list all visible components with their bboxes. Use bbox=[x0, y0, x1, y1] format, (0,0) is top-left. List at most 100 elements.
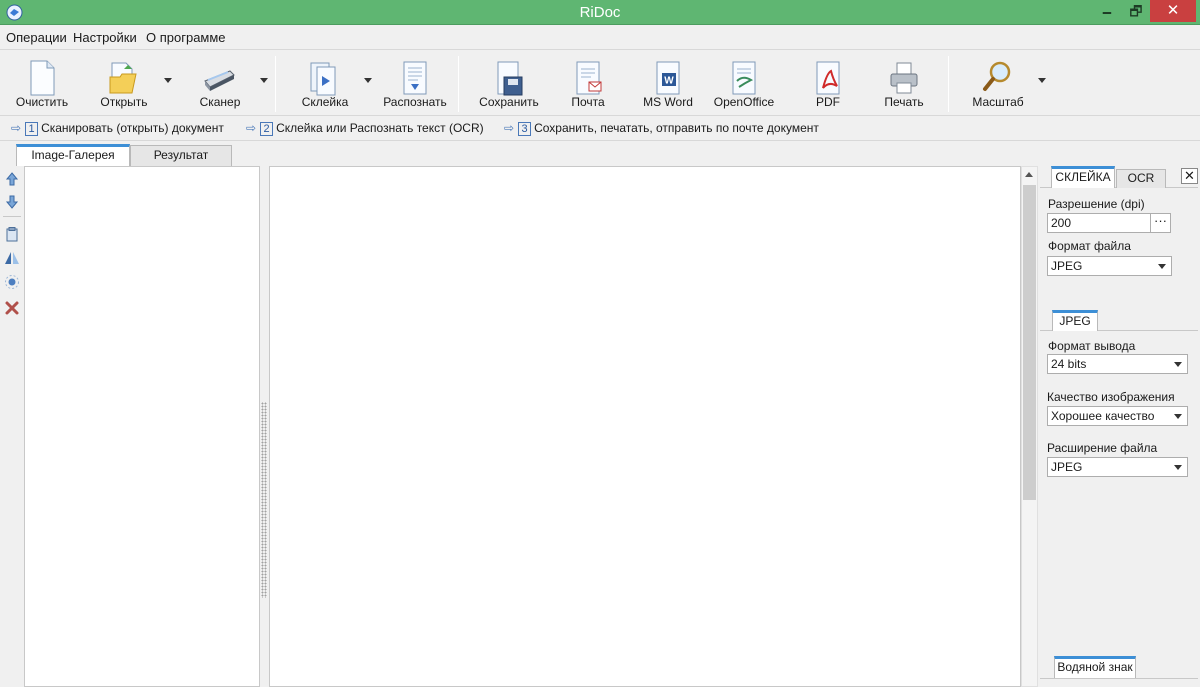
arrow-right-icon: ⇨ bbox=[246, 121, 257, 135]
step-text: Сканировать (открыть) документ bbox=[41, 121, 224, 135]
panel-divider bbox=[1040, 678, 1198, 679]
glue-label: Склейка bbox=[301, 95, 349, 109]
resolution-label: Разрешение (dpi) bbox=[1048, 197, 1145, 211]
strip-separator bbox=[3, 216, 21, 217]
step-number: 2 bbox=[260, 122, 274, 136]
extension-label: Расширение файла bbox=[1047, 441, 1158, 455]
mail-page-icon bbox=[576, 61, 602, 95]
move-up-icon[interactable] bbox=[4, 171, 20, 187]
menu-bar: Операции Настройки О программе bbox=[0, 26, 1200, 48]
mirror-icon[interactable] bbox=[4, 250, 20, 266]
step-text: Склейка или Распознать текст (OCR) bbox=[276, 121, 484, 135]
brightness-icon[interactable] bbox=[4, 274, 20, 290]
quality-value: Хорошее качество bbox=[1051, 409, 1155, 423]
clear-button[interactable]: Очистить bbox=[10, 57, 74, 113]
scrollbar-thumb[interactable] bbox=[1023, 185, 1036, 500]
open-dropdown-icon[interactable] bbox=[164, 78, 172, 83]
resolution-more-button[interactable]: ··· bbox=[1150, 214, 1170, 232]
step-1[interactable]: ⇨ 1 Сканировать (открыть) документ bbox=[11, 121, 224, 136]
gallery-tool-strip bbox=[0, 166, 24, 687]
menu-operations[interactable]: Операции bbox=[6, 30, 67, 45]
quality-label: Качество изображения bbox=[1047, 390, 1175, 404]
save-disk-icon bbox=[497, 61, 523, 96]
file-format-value: JPEG bbox=[1051, 259, 1083, 273]
scanner-button[interactable]: Сканер bbox=[188, 57, 252, 113]
zoom-button[interactable]: Масштаб bbox=[966, 57, 1030, 113]
image-gallery-panel[interactable] bbox=[24, 166, 260, 687]
file-format-label: Формат файла bbox=[1048, 239, 1131, 253]
panel-splitter-handle[interactable] bbox=[261, 402, 267, 598]
scanner-dropdown-icon[interactable] bbox=[260, 78, 268, 83]
recognize-button[interactable]: Распознать bbox=[380, 57, 450, 113]
menu-about[interactable]: О программе bbox=[146, 30, 226, 45]
chevron-down-icon bbox=[1174, 362, 1182, 367]
printer-icon bbox=[890, 62, 918, 94]
minimize-button[interactable]: 🗕 bbox=[1092, 0, 1122, 22]
title-bar: RiDoc 🗕 🗗 ✕ bbox=[0, 0, 1200, 25]
output-format-label: Формат вывода bbox=[1048, 339, 1136, 353]
save-button[interactable]: Сохранить bbox=[474, 57, 544, 113]
resolution-field[interactable]: 200 ··· bbox=[1047, 213, 1171, 233]
open-button[interactable]: Открыть bbox=[92, 57, 156, 113]
image-preview-area[interactable] bbox=[269, 166, 1021, 687]
step-3[interactable]: ⇨ 3 Сохранить, печатать, отправить по почт… bbox=[504, 121, 819, 136]
close-button[interactable]: ✕ bbox=[1150, 0, 1196, 22]
msword-label: MS Word bbox=[643, 95, 693, 109]
zoom-label: Масштаб bbox=[972, 95, 1024, 109]
openoffice-document-icon bbox=[732, 61, 756, 95]
tab-glue-settings[interactable]: СКЛЕЙКА bbox=[1051, 166, 1115, 188]
step-text: Сохранить, печатать, отправить по почте … bbox=[534, 121, 819, 135]
chevron-down-icon bbox=[1174, 414, 1182, 419]
zoom-dropdown-icon[interactable] bbox=[1038, 78, 1046, 83]
scanner-label: Сканер bbox=[199, 95, 241, 109]
close-panel-icon[interactable]: ✕ bbox=[1181, 168, 1198, 184]
glue-dropdown-icon[interactable] bbox=[364, 78, 372, 83]
toolbar-separator bbox=[458, 56, 459, 112]
scanner-icon bbox=[204, 70, 235, 91]
tab-jpeg-settings[interactable]: JPEG bbox=[1052, 310, 1098, 331]
tab-result[interactable]: Результат bbox=[130, 145, 232, 166]
print-button[interactable]: Печать bbox=[872, 57, 936, 113]
msword-button[interactable]: W MS Word bbox=[636, 57, 700, 113]
save-label: Сохранить bbox=[479, 95, 539, 109]
glue-pages-icon bbox=[310, 62, 336, 96]
tab-watermark[interactable]: Водяной знак bbox=[1054, 656, 1136, 679]
svg-text:W: W bbox=[664, 76, 674, 87]
word-document-icon: W bbox=[656, 61, 680, 95]
move-down-icon[interactable] bbox=[4, 194, 20, 210]
open-folder-icon bbox=[109, 62, 137, 94]
clear-label: Очистить bbox=[15, 95, 69, 109]
extension-select[interactable]: JPEG bbox=[1047, 457, 1188, 477]
menu-settings[interactable]: Настройки bbox=[73, 30, 137, 45]
scroll-up-icon[interactable] bbox=[1025, 172, 1033, 177]
openoffice-label: OpenOffice bbox=[713, 95, 775, 109]
file-format-select[interactable]: JPEG bbox=[1047, 256, 1172, 276]
pdf-document-icon bbox=[816, 61, 840, 95]
tab-image-gallery[interactable]: Image-Галерея bbox=[16, 144, 130, 167]
openoffice-button[interactable]: OpenOffice bbox=[710, 57, 778, 113]
chevron-down-icon bbox=[1174, 465, 1182, 470]
quality-select[interactable]: Хорошее качество bbox=[1047, 406, 1188, 426]
workflow-steps: ⇨ 1 Сканировать (открыть) документ ⇨ 2 Склей… bbox=[0, 117, 1200, 141]
extension-value: JPEG bbox=[1051, 460, 1083, 474]
delete-icon[interactable] bbox=[4, 300, 20, 316]
mail-button[interactable]: Почта bbox=[556, 57, 620, 113]
arrow-right-icon: ⇨ bbox=[504, 121, 515, 135]
maximize-button[interactable]: 🗗 bbox=[1122, 0, 1150, 22]
step-2[interactable]: ⇨ 2 Склейка или Распознать текст (OCR) bbox=[246, 121, 484, 136]
arrow-right-icon: ⇨ bbox=[11, 121, 22, 135]
glue-button[interactable]: Склейка bbox=[292, 57, 358, 113]
recognize-label: Распознать bbox=[383, 95, 447, 109]
tab-ocr-settings[interactable]: OCR bbox=[1116, 169, 1166, 188]
pdf-label: PDF bbox=[816, 95, 840, 109]
open-label: Открыть bbox=[100, 95, 148, 109]
clipboard-icon[interactable] bbox=[4, 226, 20, 242]
blank-page-icon bbox=[30, 60, 55, 96]
step-number: 3 bbox=[518, 122, 532, 136]
pdf-button[interactable]: PDF bbox=[796, 57, 860, 113]
output-format-select[interactable]: 24 bits bbox=[1047, 354, 1188, 374]
magnifier-icon bbox=[983, 61, 1011, 91]
recognize-page-icon bbox=[403, 61, 427, 95]
preview-scrollbar[interactable] bbox=[1021, 166, 1038, 687]
mail-label: Почта bbox=[571, 95, 605, 109]
